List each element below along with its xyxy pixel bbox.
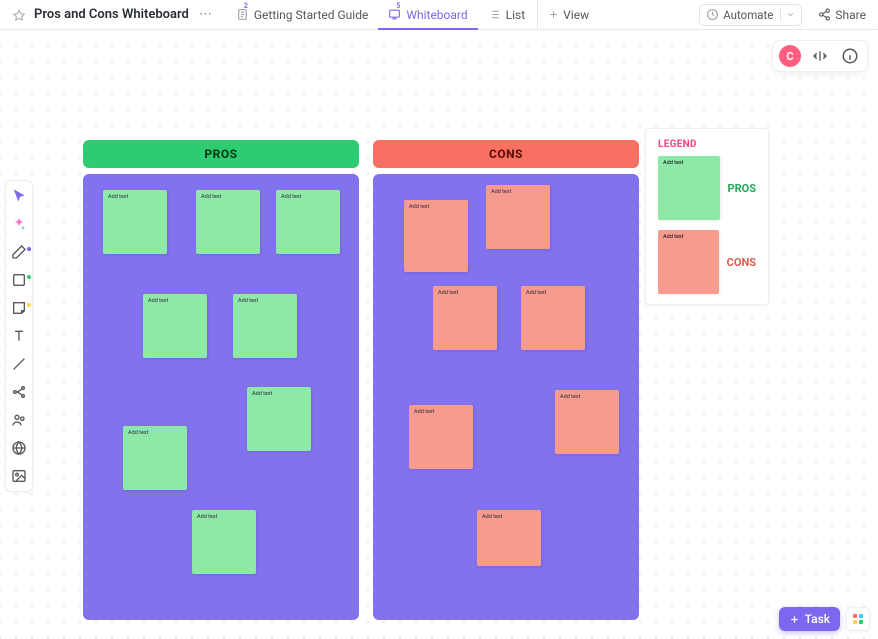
sticky-note[interactable]: Add text <box>555 390 619 454</box>
sticky-note-icon <box>11 300 27 316</box>
relationship-tool[interactable] <box>10 383 28 401</box>
sticky-note[interactable]: Add text <box>247 387 311 451</box>
title-more-menu[interactable]: ⋯ <box>197 7 214 22</box>
ai-tool[interactable] <box>10 215 28 233</box>
sticky-note[interactable]: Add text <box>143 294 207 358</box>
pros-body[interactable]: Add textAdd textAdd textAdd textAdd text… <box>83 174 359 620</box>
web-tool[interactable] <box>10 439 28 457</box>
legend-panel[interactable]: LEGEND Add text PROS Add text CONS <box>645 128 769 305</box>
pen-tool[interactable] <box>10 243 28 261</box>
sticky-note[interactable]: Add text <box>404 200 468 272</box>
pros-header[interactable]: PROS <box>83 140 359 168</box>
tab-list[interactable]: List <box>478 0 536 29</box>
sticky-note[interactable]: Add text <box>196 190 260 254</box>
add-view-label: View <box>563 8 589 22</box>
tab-getting-started[interactable]: 2 Getting Started Guide <box>226 0 378 29</box>
share-icon <box>818 8 831 21</box>
legend-cons-note[interactable]: Add text <box>658 230 719 294</box>
stamp-tool[interactable] <box>10 411 28 429</box>
legend-cons-label: CONS <box>727 256 756 269</box>
plus-icon <box>548 9 559 20</box>
list-icon <box>488 8 501 21</box>
avatar[interactable]: C <box>779 45 801 67</box>
view-tabs: 2 Getting Started Guide 5 Whiteboard Lis… <box>226 0 599 29</box>
sticky-note-tool[interactable] <box>10 299 28 317</box>
add-view-button[interactable]: View <box>537 0 599 29</box>
apps-grid-button[interactable] <box>846 607 870 631</box>
tab-label: Getting Started Guide <box>254 8 368 22</box>
tool-rail <box>5 180 33 492</box>
plus-icon <box>789 614 800 625</box>
sticky-note[interactable]: Add text <box>103 190 167 254</box>
link-icon <box>11 384 27 400</box>
globe-icon <box>11 440 27 456</box>
text-icon <box>11 328 27 344</box>
sticky-note[interactable]: Add text <box>123 426 187 490</box>
tab-label: Whiteboard <box>406 8 467 22</box>
info-icon <box>841 47 859 65</box>
sticky-note[interactable]: Add text <box>276 190 340 254</box>
top-bar: Pros and Cons Whiteboard ⋯ 2 Getting Sta… <box>0 0 878 30</box>
legend-pros-note[interactable]: Add text <box>658 156 720 220</box>
whiteboard-canvas[interactable]: C PROS Add textAdd textAdd textAdd textA… <box>0 30 878 639</box>
image-tool[interactable] <box>10 467 28 485</box>
sticky-note[interactable]: Add text <box>433 286 497 350</box>
sticky-note[interactable]: Add text <box>192 510 256 574</box>
sticky-note[interactable]: Add text <box>521 286 585 350</box>
square-icon <box>11 272 27 288</box>
people-icon <box>11 412 27 428</box>
share-button[interactable]: Share <box>818 8 866 22</box>
cursor-icon <box>11 188 27 204</box>
legend-cons-row: Add text CONS <box>658 230 756 294</box>
bottom-right-controls: Task <box>779 607 870 631</box>
tab-label: List <box>506 8 526 22</box>
canvas-top-right-controls: C <box>772 40 868 72</box>
automate-button[interactable]: Automate <box>699 4 802 26</box>
sticky-note[interactable]: Add text <box>486 185 550 249</box>
new-task-button[interactable]: Task <box>779 607 840 631</box>
shape-tool[interactable] <box>10 271 28 289</box>
share-label: Share <box>835 8 866 22</box>
automate-icon <box>706 8 719 21</box>
cons-header[interactable]: CONS <box>373 140 639 168</box>
select-tool[interactable] <box>10 187 28 205</box>
app-logo-icon <box>12 8 26 22</box>
sticky-note[interactable]: Add text <box>477 510 541 566</box>
automate-label: Automate <box>723 8 773 22</box>
fit-width-icon <box>812 48 828 64</box>
chevron-down-icon[interactable] <box>780 8 795 22</box>
sparkle-icon <box>11 216 27 232</box>
sticky-note[interactable]: Add text <box>409 405 473 469</box>
pros-board[interactable]: PROS Add textAdd textAdd textAdd textAdd… <box>83 140 359 620</box>
task-button-label: Task <box>805 612 830 626</box>
cons-body[interactable]: Add textAdd textAdd textAdd textAdd text… <box>373 174 639 620</box>
connector-tool[interactable] <box>10 355 28 373</box>
line-icon <box>11 356 27 372</box>
sticky-note[interactable]: Add text <box>233 294 297 358</box>
grid-icon <box>853 614 863 624</box>
pencil-icon <box>11 244 27 260</box>
image-icon <box>11 468 27 484</box>
tab-whiteboard[interactable]: 5 Whiteboard <box>378 0 477 29</box>
text-tool[interactable] <box>10 327 28 345</box>
fit-width-button[interactable] <box>809 45 831 67</box>
page-title: Pros and Cons Whiteboard <box>34 7 189 22</box>
info-button[interactable] <box>839 45 861 67</box>
legend-pros-row: Add text PROS <box>658 156 756 220</box>
cons-board[interactable]: CONS Add textAdd textAdd textAdd textAdd… <box>373 140 639 620</box>
legend-pros-label: PROS <box>728 182 757 195</box>
legend-title: LEGEND <box>658 139 756 150</box>
